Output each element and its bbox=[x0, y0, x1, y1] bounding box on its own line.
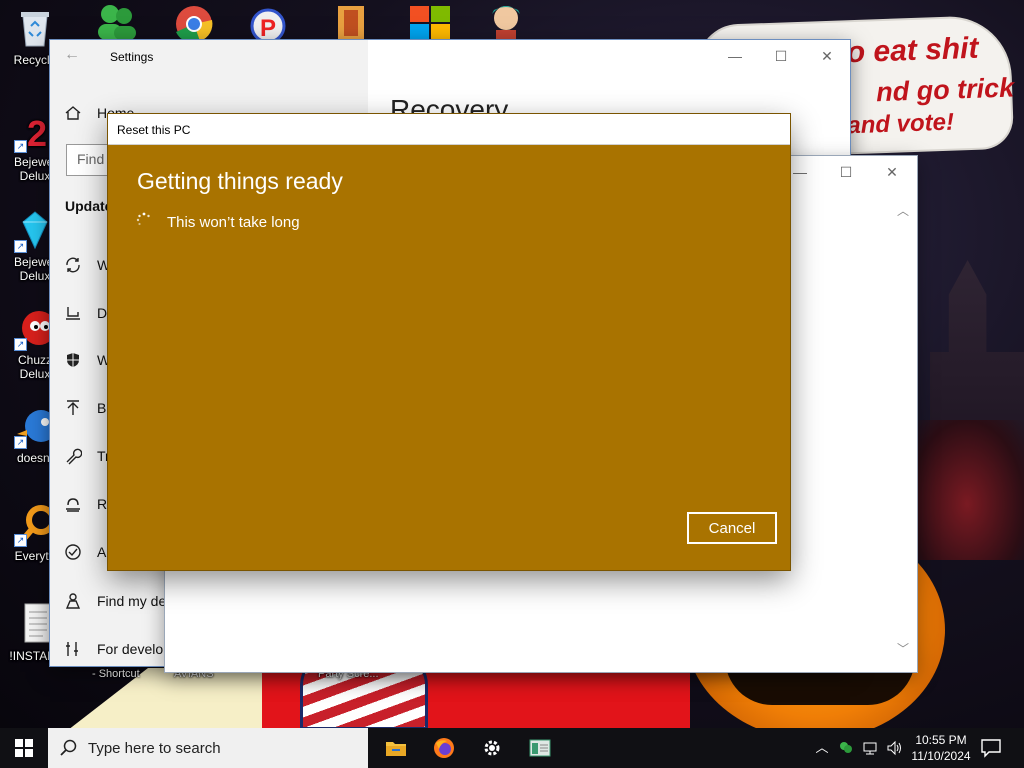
scroll-down-icon[interactable]: ﹀ bbox=[897, 640, 911, 656]
settings-titlebar[interactable]: ← Settings — ☐ ✕ bbox=[50, 40, 850, 72]
folder-icon bbox=[386, 742, 406, 756]
dialog-subtext: This won’t take long bbox=[167, 214, 300, 231]
network-icon[interactable] bbox=[862, 740, 878, 756]
notification-center-icon[interactable] bbox=[980, 738, 1002, 758]
checkmark-circle-icon bbox=[65, 544, 81, 560]
find-placeholder: Find bbox=[77, 151, 105, 167]
clock-date: 11/10/2024 bbox=[911, 749, 971, 763]
taskbar-search-box[interactable]: Type here to search bbox=[48, 728, 368, 768]
tray-app-icon[interactable] bbox=[838, 740, 854, 756]
reset-dialog-titlebar[interactable]: Reset this PC bbox=[108, 114, 790, 145]
dialog-heading: Getting things ready bbox=[137, 168, 343, 194]
desktop-icon-label: doesnt bbox=[16, 451, 54, 465]
taskbar-clock[interactable]: 10:55 PM 11/10/2024 bbox=[908, 732, 974, 764]
taskbar-firefox[interactable] bbox=[420, 728, 468, 768]
volume-icon[interactable] bbox=[886, 740, 902, 756]
svg-text:2: 2 bbox=[27, 113, 47, 152]
minimize-button[interactable]: — bbox=[712, 40, 758, 72]
loading-spinner-icon bbox=[136, 212, 150, 226]
windows-logo-icon bbox=[15, 739, 33, 757]
home-icon bbox=[65, 106, 81, 120]
archive-app-icon[interactable] bbox=[334, 2, 382, 42]
desktop-caption-shortcut: - Shortcut bbox=[92, 668, 140, 680]
shortcut-arrow-icon: ↗ bbox=[14, 338, 27, 351]
maximize-button[interactable]: ☐ bbox=[758, 40, 804, 72]
scroll-up-icon[interactable]: ︿ bbox=[897, 202, 911, 218]
person-location-icon bbox=[65, 593, 81, 609]
cancel-button[interactable]: Cancel bbox=[687, 512, 777, 544]
tray-chevron-up-icon[interactable]: ︿ bbox=[814, 740, 830, 756]
shortcut-arrow-icon: ↗ bbox=[14, 140, 27, 153]
close-button[interactable]: ✕ bbox=[869, 156, 915, 188]
shortcut-arrow-icon: ↗ bbox=[14, 240, 27, 253]
reset-dialog-title: Reset this PC bbox=[117, 123, 191, 137]
svg-text:P: P bbox=[260, 15, 276, 42]
shortcut-arrow-icon: ↗ bbox=[14, 534, 27, 547]
backup-arrow-icon bbox=[67, 400, 79, 415]
banner-line-2: nd go trick bbox=[875, 72, 1015, 108]
start-button[interactable] bbox=[0, 728, 48, 768]
wrench-icon bbox=[66, 448, 82, 465]
recovery-icon bbox=[66, 498, 80, 512]
chrome-icon[interactable] bbox=[170, 2, 218, 42]
taskbar-settings[interactable] bbox=[468, 728, 516, 768]
close-button[interactable]: ✕ bbox=[804, 40, 850, 72]
back-arrow-icon[interactable]: ← bbox=[64, 46, 84, 66]
banner-line-3: and vote! bbox=[846, 108, 955, 140]
game-character-icon[interactable] bbox=[482, 2, 530, 42]
taskbar: Type here to search ︿ 10:55 PM 11/10/202… bbox=[0, 728, 1024, 768]
gear-icon bbox=[484, 740, 500, 756]
firefox-icon bbox=[434, 738, 454, 758]
delivery-icon bbox=[66, 307, 80, 320]
p-app-icon[interactable]: P bbox=[246, 2, 294, 42]
nav-section-heading: Update bbox=[65, 198, 113, 214]
wallpaper-red-glow bbox=[910, 420, 1024, 560]
maximize-button[interactable]: ☐ bbox=[823, 156, 869, 188]
developer-tools-icon bbox=[66, 642, 78, 656]
search-icon bbox=[60, 739, 77, 756]
shield-icon bbox=[67, 353, 79, 367]
banner-line-1: o eat shit bbox=[846, 31, 979, 70]
clock-time: 10:55 PM bbox=[915, 733, 967, 747]
windows-store-icon[interactable] bbox=[406, 2, 454, 42]
reset-this-pc-dialog: Reset this PC Getting things ready This … bbox=[108, 114, 790, 570]
desktop-icon-label: Chuzz Delux bbox=[17, 353, 52, 381]
taskbar-task-manager[interactable] bbox=[516, 728, 564, 768]
nav-item-label: For develop bbox=[97, 641, 171, 657]
shortcut-arrow-icon: ↗ bbox=[14, 436, 27, 449]
settings-window-title: Settings bbox=[110, 50, 154, 64]
taskbar-file-explorer[interactable] bbox=[372, 728, 420, 768]
nav-item-label: Find my de bbox=[97, 593, 167, 609]
people-app-icon[interactable] bbox=[92, 2, 140, 42]
sync-icon bbox=[66, 257, 80, 273]
task-manager-icon bbox=[529, 739, 551, 757]
search-placeholder: Type here to search bbox=[88, 739, 221, 757]
